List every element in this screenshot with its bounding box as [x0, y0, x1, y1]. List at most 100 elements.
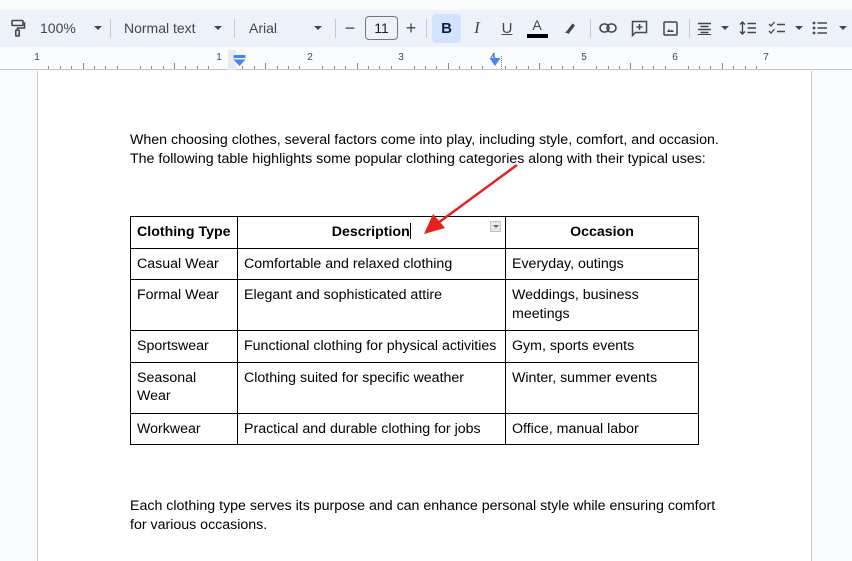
- cell-description[interactable]: Comfortable and relaxed clothing: [237, 247, 506, 280]
- cell-description[interactable]: Practical and durable clothing for jobs: [237, 412, 506, 445]
- toolbar-divider: [590, 19, 591, 38]
- ruler-number: 7: [763, 52, 769, 63]
- right-indent-marker[interactable]: [489, 55, 501, 67]
- cell-occasion[interactable]: Everyday, outings: [505, 247, 699, 280]
- line-spacing-button[interactable]: [738, 14, 758, 42]
- checklist-icon: [768, 21, 785, 34]
- cell-occasion[interactable]: Weddings, business meetings: [505, 279, 699, 331]
- ruler-number: 3: [398, 52, 404, 63]
- ruler-tick: [744, 66, 746, 69]
- header-description[interactable]: Description: [237, 216, 506, 249]
- checklist-button[interactable]: [768, 14, 803, 42]
- ruler-tick: [436, 66, 438, 69]
- increase-font-size-button[interactable]: +: [403, 14, 419, 42]
- ruler-number: 1: [216, 52, 222, 63]
- chevron-down-icon: [94, 26, 102, 30]
- insert-link-button[interactable]: [598, 14, 618, 42]
- font-value: Arial: [249, 20, 278, 36]
- header-description-text: Description: [331, 224, 410, 240]
- cell-description[interactable]: Elegant and sophisticated attire: [237, 279, 506, 331]
- ruler-tick: [173, 63, 175, 69]
- add-comment-icon: [631, 20, 647, 37]
- toolbar-divider: [234, 19, 235, 38]
- decrease-font-size-button[interactable]: −: [342, 14, 358, 42]
- bold-icon: B: [441, 20, 452, 37]
- ruler-tick: [48, 66, 50, 69]
- cell-description[interactable]: Functional clothing for physical activit…: [237, 330, 506, 363]
- ruler-tick: [208, 66, 210, 69]
- font-select[interactable]: Arial: [249, 14, 322, 42]
- text-color-swatch: [526, 34, 548, 38]
- ruler-tick: [710, 66, 712, 69]
- cell-clothing-type[interactable]: Workwear: [130, 412, 238, 445]
- ruler-tick: [94, 66, 96, 69]
- ruler-tick: [539, 63, 541, 69]
- ruler-number: 2: [307, 52, 313, 63]
- font-size-input[interactable]: 11: [365, 16, 398, 40]
- ruler-tick: [82, 63, 84, 69]
- highlight-color-button[interactable]: [561, 14, 579, 42]
- closing-paragraph[interactable]: Each clothing type serves its purpose an…: [130, 497, 730, 534]
- cell-description[interactable]: Clothing suited for specific weather: [237, 361, 506, 414]
- ruler-tick: [516, 66, 518, 69]
- cell-clothing-type[interactable]: Seasonal Wear: [130, 361, 238, 414]
- toolbar-divider: [110, 19, 111, 38]
- chevron-down-icon: [214, 26, 222, 30]
- align-center-icon: [698, 22, 711, 35]
- add-comment-button[interactable]: [629, 14, 649, 42]
- ruler-tick: [333, 66, 335, 69]
- link-icon: [599, 23, 617, 33]
- ruler-tick: [71, 66, 73, 69]
- ruler-tick: [139, 66, 141, 69]
- insert-image-button[interactable]: [660, 14, 680, 42]
- align-button[interactable]: [697, 14, 729, 42]
- bulleted-list-button[interactable]: [812, 14, 847, 42]
- ruler-tick: [630, 63, 632, 69]
- ruler-tick: [596, 66, 598, 69]
- text-color-button[interactable]: A: [526, 14, 548, 42]
- table-row: Formal Wear Elegant and sophisticated at…: [130, 279, 699, 331]
- header-clothing-type[interactable]: Clothing Type: [130, 216, 238, 249]
- text-cursor: [409, 223, 412, 239]
- italic-button[interactable]: I: [468, 14, 486, 42]
- ruler-tick: [561, 66, 563, 69]
- text-color-icon: A: [532, 17, 542, 33]
- zoom-value: 100%: [40, 20, 76, 36]
- cell-occasion[interactable]: Winter, summer events: [505, 361, 699, 414]
- bold-button[interactable]: B: [432, 14, 461, 43]
- ruler-number: 1: [34, 52, 40, 63]
- ruler-tick: [733, 66, 735, 69]
- plus-icon: +: [405, 17, 417, 38]
- underline-button[interactable]: U: [498, 14, 516, 42]
- minus-icon: −: [344, 17, 356, 38]
- paragraph-style-value: Normal text: [124, 20, 196, 36]
- insert-image-icon: [662, 20, 678, 36]
- ruler-tick: [356, 63, 358, 69]
- cell-clothing-type[interactable]: Formal Wear: [130, 279, 238, 331]
- intro-paragraph[interactable]: When choosing clothes, several factors c…: [130, 131, 730, 168]
- chevron-down-icon: [721, 26, 729, 30]
- ruler-tick: [367, 66, 369, 69]
- cell-clothing-type[interactable]: Casual Wear: [130, 247, 238, 280]
- formatting-toolbar: 100% Normal text Arial − 11 + B I U A: [0, 10, 852, 47]
- document-page[interactable]: When choosing clothes, several factors c…: [37, 71, 812, 561]
- ruler-tick: [447, 63, 449, 69]
- closing-line: Each clothing type serves its purpose an…: [130, 498, 716, 514]
- cell-occasion[interactable]: Office, manual labor: [505, 412, 699, 445]
- ruler-tick: [550, 66, 552, 69]
- ruler-tick: [299, 66, 301, 69]
- clothing-table[interactable]: Clothing Type Description Occasion Casua…: [130, 216, 699, 445]
- left-indent-marker[interactable]: [233, 55, 246, 67]
- cell-menu-button[interactable]: [490, 221, 501, 232]
- horizontal-ruler[interactable]: 1 1 2 3 4 5 6 7: [0, 50, 852, 70]
- cell-occasion[interactable]: Gym, sports events: [505, 330, 699, 363]
- cell-clothing-type[interactable]: Sportswear: [130, 330, 238, 363]
- zoom-select[interactable]: 100%: [40, 14, 102, 42]
- italic-icon: I: [474, 18, 480, 37]
- ruler-number: 6: [672, 52, 678, 63]
- paragraph-style-select[interactable]: Normal text: [124, 14, 222, 42]
- header-occasion[interactable]: Occasion: [505, 216, 699, 249]
- paint-format-button[interactable]: [8, 14, 28, 42]
- ruler-tick: [345, 66, 347, 69]
- column-boundary-marker[interactable]: [501, 56, 502, 69]
